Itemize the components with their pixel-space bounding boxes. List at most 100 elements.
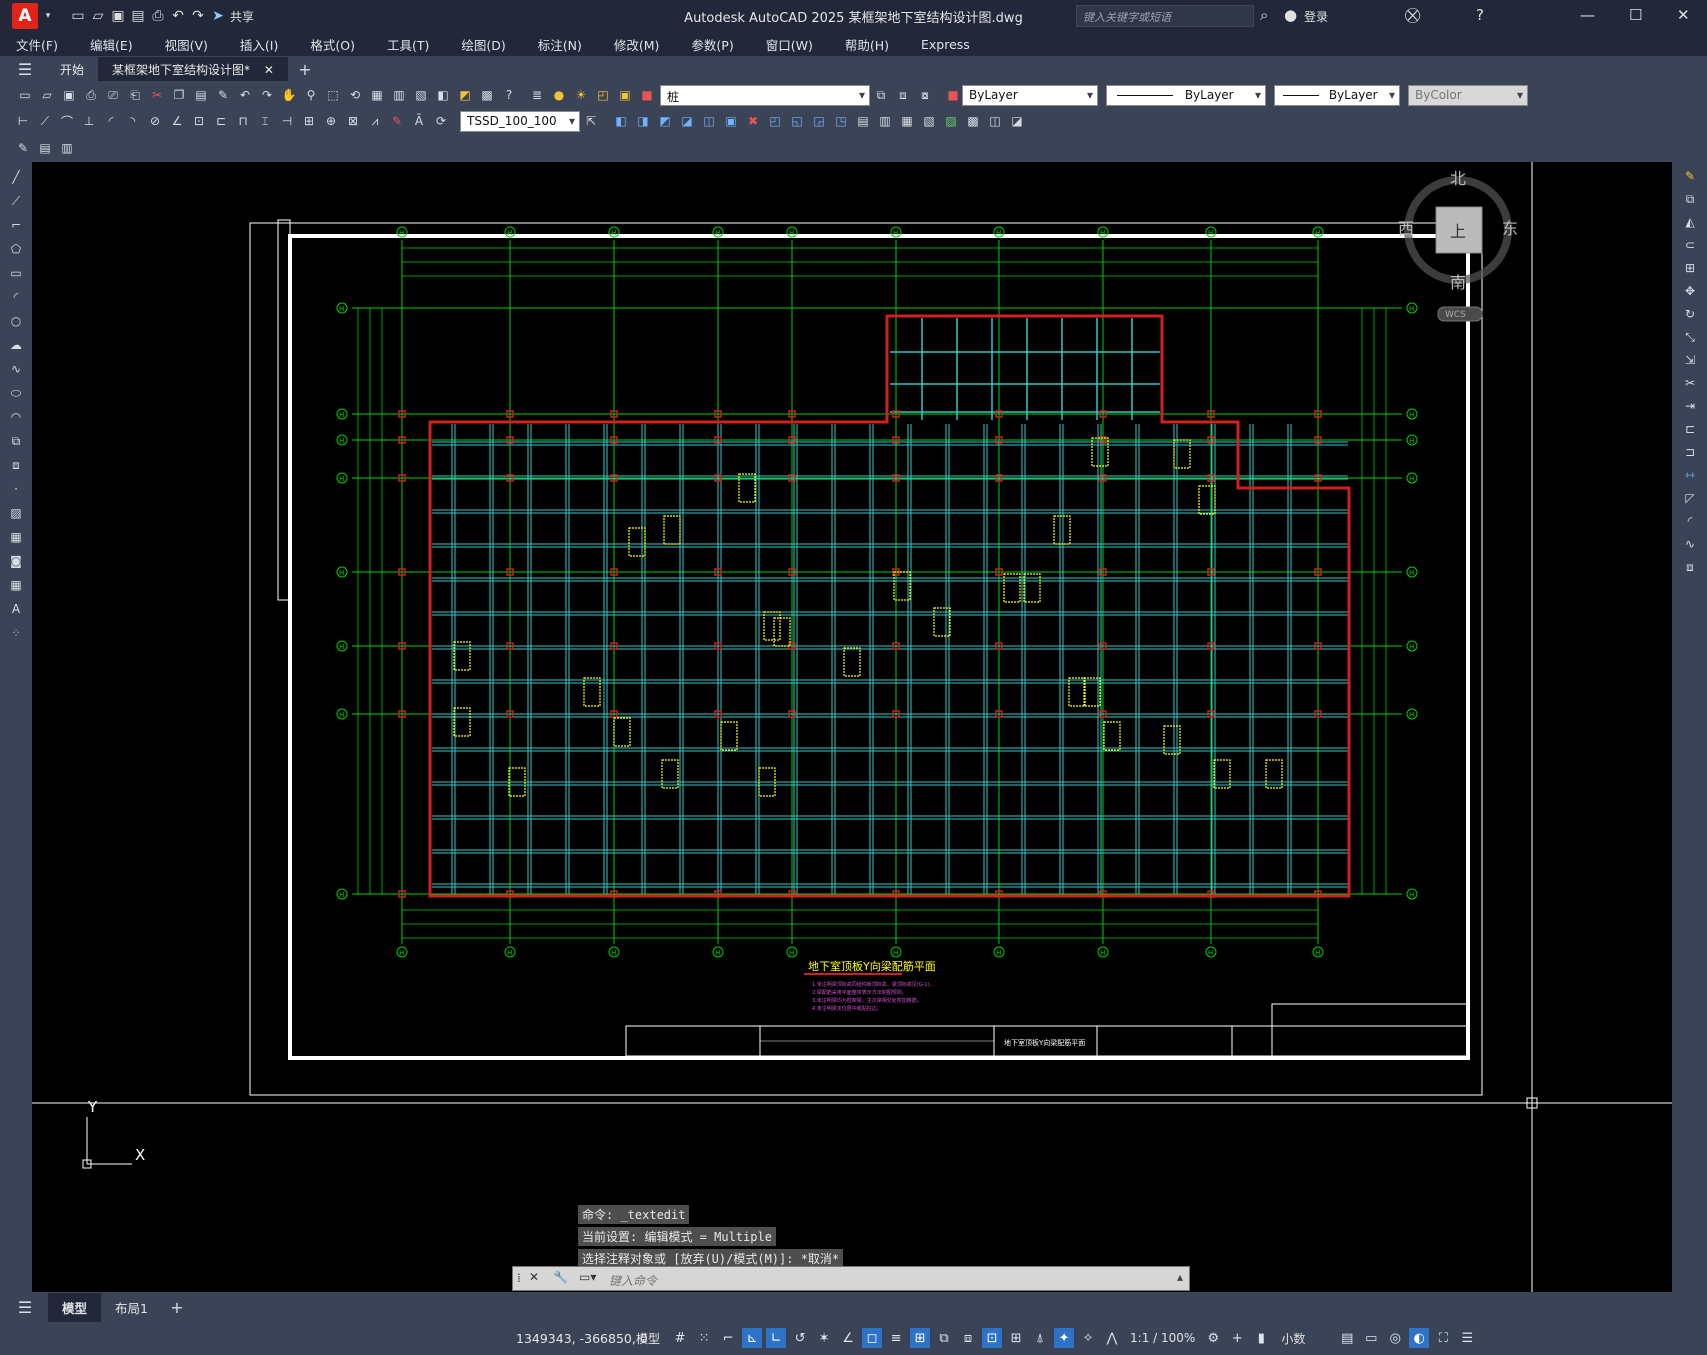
layer-previous-icon[interactable]: ⧈ [894, 86, 912, 104]
menu-window[interactable]: 窗口(W) [750, 35, 829, 54]
lineweight-icon[interactable]: ◻ [862, 1328, 883, 1348]
construction-line-icon[interactable]: ⟋ [7, 192, 25, 210]
plotstyle-dropdown[interactable]: ByColor [1408, 84, 1528, 106]
menu-modify[interactable]: 修改(M) [598, 35, 676, 54]
dim-continue-icon[interactable]: ⊓ [234, 112, 252, 130]
spline-icon[interactable]: ∿ [7, 360, 25, 378]
selection-cycling-icon[interactable]: ⊞ [910, 1328, 931, 1348]
zoom-realtime-icon[interactable]: ⚲ [302, 86, 320, 104]
ellipse-icon[interactable]: ⬭ [7, 384, 25, 402]
point-icon[interactable]: · [7, 480, 25, 498]
make-block-icon[interactable]: ⧈ [7, 456, 25, 474]
status-model-button[interactable]: 模型 [636, 1330, 660, 1347]
layer-freeze-sun-icon[interactable]: ☀ [572, 86, 590, 104]
offset-icon[interactable]: ⊂ [1681, 236, 1699, 254]
design-center-icon[interactable]: ▥ [390, 86, 408, 104]
add-selected-icon[interactable]: ⁘ [7, 624, 25, 642]
move-icon[interactable]: ✥ [1681, 282, 1699, 300]
insert-block-icon[interactable]: ⧉ [7, 432, 25, 450]
help-icon[interactable]: ? [1476, 6, 1484, 24]
drawing-canvas[interactable]: H H H H H H H H H H H H H H H H H H H H H H H H H H H H H H H H H H H H 地下室… [32, 162, 1672, 1292]
lock-ui-icon[interactable]: ▭ [1361, 1328, 1381, 1348]
jogged-linear-icon[interactable]: ⩘ [366, 112, 384, 130]
viewcube-north[interactable]: 北 [1450, 169, 1466, 188]
save-icon[interactable]: ▣ [60, 86, 78, 104]
command-grip-icon[interactable]: ⁞ [517, 1271, 521, 1285]
copy-icon[interactable]: ❐ [170, 86, 188, 104]
trim-icon[interactable]: ✂ [1681, 374, 1699, 392]
units-dropdown[interactable]: 小数 [1281, 1330, 1305, 1347]
blend-icon[interactable]: ∿ [1681, 535, 1699, 553]
annotation-alt-icon[interactable]: ⋀ [1102, 1328, 1122, 1348]
cursor-coordinates[interactable]: 1349343, -366850, 0 [516, 1331, 648, 1346]
dim-aligned-icon[interactable]: ⟋ [36, 112, 54, 130]
arc-icon[interactable]: ◜ [7, 288, 25, 306]
tool-o-icon[interactable]: ▧ [920, 112, 938, 130]
extra-tool-3-icon[interactable]: ▥ [58, 139, 76, 157]
command-input[interactable]: 键入命令 [609, 1272, 657, 1289]
dim-update-icon[interactable]: ⟳ [432, 112, 450, 130]
rectangle-icon[interactable]: ▭ [7, 264, 25, 282]
dim-ordinate-icon[interactable]: ⊥ [80, 112, 98, 130]
layer-properties-icon[interactable]: ≣ [528, 86, 546, 104]
viewcube[interactable]: 上 北 南 东 西 WCS [1398, 169, 1518, 322]
snap-icon[interactable]: ⁙ [694, 1328, 714, 1348]
new-file-icon[interactable]: ▭ [68, 6, 88, 26]
tolerance-icon[interactable]: ⊞ [300, 112, 318, 130]
tab-drawing[interactable]: 某框架地下室结构设计图* ✕ [98, 57, 288, 81]
revision-cloud-icon[interactable]: ☁ [7, 336, 25, 354]
plot-icon[interactable]: ⎙ [82, 86, 100, 104]
cart-icon[interactable]: ⛒ [1405, 6, 1420, 24]
maximize-button[interactable]: ☐ [1629, 6, 1642, 24]
search-icon[interactable]: ⌕ [1260, 6, 1268, 24]
center-mark-icon[interactable]: ⊕ [322, 112, 340, 130]
explode-icon[interactable]: ⧈ [1681, 558, 1699, 576]
quick-dim-icon[interactable]: ⊡ [190, 112, 208, 130]
tool-k-icon[interactable]: ◳ [832, 112, 850, 130]
lineweight-dropdown[interactable]: ByLayer [1274, 84, 1400, 106]
array-icon[interactable]: ⊞ [1681, 259, 1699, 277]
preview-icon[interactable]: ⎚ [104, 86, 122, 104]
menu-insert[interactable]: 插入(I) [224, 35, 294, 54]
dim-linear-icon[interactable]: ⊢ [14, 112, 32, 130]
new-icon[interactable]: ▭ [16, 86, 34, 104]
drawing-svg[interactable]: H H H H H H H H H H H H H H H H H H H H H H H H H H H H H H H H H H H H 地下室… [32, 162, 1672, 1292]
dim-baseline-icon[interactable]: ⊏ [212, 112, 230, 130]
layer-lock-icon[interactable]: ▣ [616, 86, 634, 104]
save-icon[interactable]: ▣ [108, 6, 128, 26]
dim-break-icon[interactable]: ⊣ [278, 112, 296, 130]
help-icon[interactable]: ? [500, 86, 518, 104]
make-current-layer-icon[interactable]: ⧉ [872, 86, 890, 104]
layer-dropdown[interactable]: 桩 [660, 84, 870, 106]
viewcube-east[interactable]: 东 [1502, 219, 1518, 238]
tool-p-icon[interactable]: ▨ [942, 112, 960, 130]
properties-icon[interactable]: ▦ [368, 86, 386, 104]
paste-icon[interactable]: ▤ [192, 86, 210, 104]
share-button[interactable]: 共享 [230, 8, 254, 25]
minimize-button[interactable]: — [1580, 6, 1595, 24]
share-icon[interactable]: ➤ [208, 6, 228, 26]
grid-icon[interactable]: # [670, 1328, 690, 1348]
tool-a-icon[interactable]: ◧ [612, 112, 630, 130]
line-icon[interactable]: ╱ [7, 168, 25, 186]
add-layout-icon[interactable]: + [168, 1298, 186, 1317]
dim-diameter-icon[interactable]: ⊘ [146, 112, 164, 130]
region-icon[interactable]: ◙ [7, 552, 25, 570]
open-icon[interactable]: ▱ [38, 86, 56, 104]
gizmo-icon[interactable]: ⊞ [1006, 1328, 1026, 1348]
tool-s-icon[interactable]: ◪ [1008, 112, 1026, 130]
command-expand-icon[interactable]: ▴ [1177, 1270, 1183, 1284]
dim-text-edit-icon[interactable]: Ā [410, 112, 428, 130]
annotation-visibility-icon[interactable]: ⍋ [1030, 1328, 1050, 1348]
transparency-icon[interactable]: ≡ [886, 1328, 906, 1348]
new-tab-plus-icon[interactable]: + [296, 60, 314, 79]
polygon-icon[interactable]: ⬠ [7, 240, 25, 258]
gradient-icon[interactable]: ▦ [7, 528, 25, 546]
command-recent-icon[interactable]: ▭▾ [579, 1270, 596, 1284]
menu-format[interactable]: 格式(O) [294, 35, 371, 54]
polyline-icon[interactable]: ⌐ [7, 216, 25, 234]
tool-h-icon[interactable]: ◰ [766, 112, 784, 130]
login-button[interactable]: 登录 [1304, 8, 1328, 25]
dim-arc-icon[interactable]: ⌒ [58, 112, 76, 130]
dim-angular-icon[interactable]: ∠ [168, 112, 186, 130]
